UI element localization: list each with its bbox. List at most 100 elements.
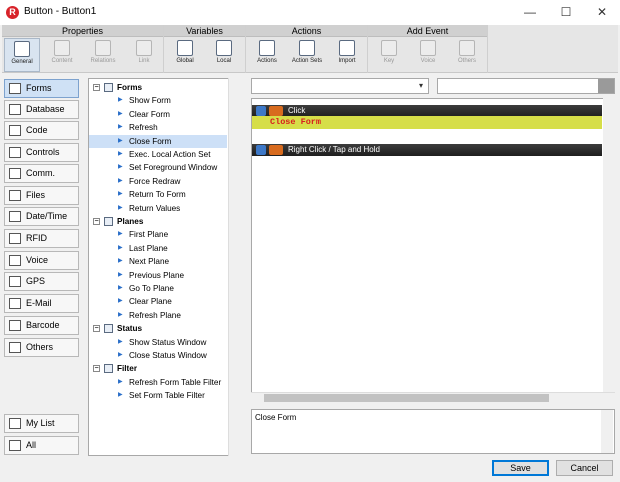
content-icon xyxy=(54,40,70,56)
actions-button[interactable]: Actions xyxy=(249,38,285,72)
nav-item-comm[interactable]: Comm. xyxy=(4,164,79,183)
global-variable-icon xyxy=(177,40,193,56)
nav-item-voice[interactable]: Voice xyxy=(4,251,79,270)
tree-item[interactable]: ▶ Close Status Window xyxy=(89,349,227,362)
tree-item[interactable]: ▶ Close Form xyxy=(89,134,227,148)
files-icon xyxy=(9,190,21,201)
global-variable-button[interactable]: Global xyxy=(167,38,203,72)
nav-item-rfid[interactable]: RFID xyxy=(4,229,79,248)
description-box: Close Form xyxy=(251,409,615,454)
script-vertical-scrollbar[interactable] xyxy=(603,98,615,392)
voice-event-button[interactable]: Voice xyxy=(410,38,446,72)
window-title: Button - Button1 xyxy=(24,6,97,17)
tree-item[interactable]: ▶ First Plane xyxy=(89,228,227,241)
action-arrow-icon: ▶ xyxy=(118,177,123,184)
action-arrow-icon: ▶ xyxy=(118,124,123,131)
search-input[interactable] xyxy=(437,78,615,94)
tree-item[interactable]: ▶ Clear Form xyxy=(89,108,227,121)
action-arrow-icon: ▶ xyxy=(118,204,123,211)
nav-item-files[interactable]: Files xyxy=(4,186,79,205)
ribbon-toolbar: Properties General Content Relations Lin… xyxy=(2,25,618,73)
nav-item-email[interactable]: E-Mail xyxy=(4,294,79,313)
tree-item[interactable]: ▶ Go To Plane xyxy=(89,282,227,295)
content-button[interactable]: Content xyxy=(44,38,80,72)
tree-item[interactable]: ▶ Next Plane xyxy=(89,255,227,268)
minimize-button[interactable]: — xyxy=(512,0,548,25)
tree-item[interactable]: ▶ Set Foreground Window xyxy=(89,161,227,174)
date-time-icon xyxy=(9,211,21,222)
import-button[interactable]: Import xyxy=(329,38,365,72)
tree-item[interactable]: ▶ Return To Form xyxy=(89,188,227,201)
tree-scrollbar[interactable] xyxy=(228,78,240,456)
scrollbar-thumb[interactable] xyxy=(264,394,549,402)
close-button[interactable]: ✕ xyxy=(584,0,620,25)
collapse-icon[interactable]: − xyxy=(93,218,100,225)
nav-item-forms[interactable]: Forms xyxy=(4,79,79,98)
tree-item[interactable]: ▶ Refresh xyxy=(89,121,227,134)
action-sets-icon xyxy=(299,40,315,56)
tree-item[interactable]: ▶ Previous Plane xyxy=(89,269,227,282)
group-label: Add Event xyxy=(368,25,487,37)
tree-item[interactable]: ▶ Force Redraw xyxy=(89,175,227,188)
tree-item[interactable]: ▶ Show Status Window xyxy=(89,336,227,349)
tree-category-status[interactable]: − Status xyxy=(89,322,229,335)
others-icon xyxy=(9,342,21,353)
group-label: Actions xyxy=(246,25,367,37)
event-dropdown[interactable] xyxy=(251,78,429,94)
general-button[interactable]: General xyxy=(4,38,40,72)
others-event-button[interactable]: Others xyxy=(449,38,485,72)
tree-item[interactable]: ▶ Exec. Local Action Set xyxy=(89,148,227,161)
action-arrow-icon: ▶ xyxy=(118,285,123,291)
nav-item-my-list[interactable]: My List xyxy=(4,414,79,433)
description-scrollbar[interactable] xyxy=(601,410,613,453)
action-arrow-icon: ▶ xyxy=(118,258,123,265)
tree-category-forms[interactable]: − Forms xyxy=(89,81,229,94)
nav-item-all[interactable]: All xyxy=(4,436,79,455)
local-variable-button[interactable]: Local xyxy=(206,38,242,72)
relations-button[interactable]: Relations xyxy=(84,38,122,72)
tree-category-filter[interactable]: − Filter xyxy=(89,362,229,375)
action-sets-button[interactable]: Action Sets xyxy=(287,38,327,72)
action-arrow-icon: ▶ xyxy=(118,231,123,238)
action-line[interactable]: Close Form xyxy=(252,116,602,129)
nav-item-gps[interactable]: GPS xyxy=(4,272,79,291)
ribbon-group-properties: Properties General Content Relations Lin… xyxy=(2,25,164,73)
link-button[interactable]: Link xyxy=(126,38,162,72)
nav-item-others[interactable]: Others xyxy=(4,338,79,357)
action-arrow-icon: ▶ xyxy=(118,298,123,305)
collapse-icon[interactable]: − xyxy=(93,84,100,91)
nav-item-database[interactable]: Database xyxy=(4,100,79,119)
action-arrow-icon: ▶ xyxy=(118,352,123,358)
collapse-icon[interactable]: − xyxy=(93,365,100,373)
action-arrow-icon: ▶ xyxy=(118,151,123,157)
tree-category-planes[interactable]: − Planes xyxy=(89,215,229,228)
key-event-button[interactable]: Key xyxy=(371,38,407,72)
nav-item-date-time[interactable]: Date/Time xyxy=(4,207,79,226)
chevron-down-icon[interactable]: ▾ xyxy=(414,79,428,93)
tree-item[interactable]: ▶ Show Form xyxy=(89,94,227,107)
nav-item-barcode[interactable]: Barcode xyxy=(4,316,79,335)
nav-item-code[interactable]: Code xyxy=(4,121,79,140)
link-icon xyxy=(136,40,152,56)
script-editor[interactable]: Click Close Form Right Click / Tap and H… xyxy=(251,98,615,404)
save-button[interactable]: Save xyxy=(492,460,549,476)
tree-item[interactable]: ▶ Set Form Table Filter xyxy=(89,389,227,402)
event-icon xyxy=(256,106,266,116)
ribbon-group-add-event: Add Event Key Voice Others xyxy=(368,25,488,73)
tree-item[interactable]: ▶ Refresh Plane xyxy=(89,309,227,322)
tree-item[interactable]: ▶ Clear Plane xyxy=(89,295,227,308)
tree-item[interactable]: ▶ Last Plane xyxy=(89,242,227,255)
voice-icon xyxy=(9,255,21,266)
maximize-button[interactable]: ☐ xyxy=(548,0,584,25)
cancel-button[interactable]: Cancel xyxy=(556,460,613,476)
event-header-right-click[interactable]: Right Click / Tap and Hold xyxy=(252,144,602,156)
collapse-icon[interactable]: − xyxy=(93,325,100,333)
nav-item-controls[interactable]: Controls xyxy=(4,143,79,162)
planes-category-icon xyxy=(104,217,113,226)
search-button[interactable] xyxy=(598,79,614,93)
mouse-icon xyxy=(269,145,283,155)
tree-item[interactable]: ▶ Return Values xyxy=(89,202,227,215)
tree-item[interactable]: ▶ Refresh Form Table Filter xyxy=(89,376,227,389)
all-icon xyxy=(9,440,21,451)
voice-icon xyxy=(420,40,436,56)
